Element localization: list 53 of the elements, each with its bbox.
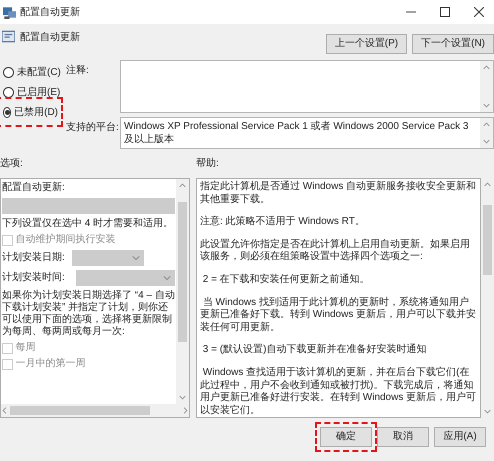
help-paragraph: 注意: 此策略不适用于 Windows RT。 — [200, 216, 366, 229]
option-text: 配置自动更新: — [2, 182, 66, 194]
dialog-button[interactable]: 取消 — [377, 427, 429, 447]
vertical-scrollbar[interactable] — [176, 179, 189, 404]
radio-option[interactable]: 未配置(C) — [0, 62, 66, 82]
help-paragraph: 当 Windows 找到适用于此计算机的更新时，系统将通知用户更新已准备好下载。转到 Windows 更新后，用户可以下载并安装任何可用更新。 — [200, 296, 477, 334]
radio-button[interactable] — [3, 86, 14, 98]
platform-text: Windows XP Professional Service Pack 1 或者 Windows 2000 Service Pack 3 及以上版本 — [124, 120, 470, 146]
scroll-down-icon[interactable] — [179, 394, 186, 401]
scroll-up-icon[interactable] — [484, 181, 491, 188]
option-text: 如果你为计划安装日期选择了 “4 – 自动下载计划安装” 并指定了计划，则你还可以使用下面的选项，选择将更新限制为每周、每两周或每月一次: — [2, 290, 175, 338]
help-paragraph: 指定此计算机是否通过 Windows 自动更新服务接收安全更新和其他重要下载。 — [200, 181, 477, 206]
scroll-up-icon[interactable] — [179, 182, 186, 189]
dialog-heading: 配置自动更新 — [20, 30, 80, 45]
scroll-down-icon[interactable] — [484, 408, 491, 415]
scroll-thumb[interactable] — [178, 202, 187, 342]
window-title: 配置自动更新 — [20, 6, 80, 20]
chevron-down-icon — [132, 254, 140, 262]
radio-option[interactable]: 已启用(E) — [0, 82, 66, 102]
section-label: 选项: — [0, 156, 24, 171]
nav-button[interactable]: 上一个设置(P) — [326, 34, 408, 54]
scroll-left-icon[interactable] — [1, 407, 8, 414]
field-label: 计划安装日期: — [2, 252, 66, 264]
horizontal-scrollbar[interactable] — [1, 404, 189, 417]
scroll-down-icon[interactable] — [483, 138, 490, 145]
scroll-up-icon[interactable] — [483, 121, 490, 128]
field-label: 注释: — [66, 64, 90, 78]
help-paragraph: 2 = 在下载和安装任何更新之前通知。 — [202, 274, 371, 287]
chevron-down-icon — [163, 274, 171, 282]
maximize-icon[interactable] — [440, 7, 450, 17]
scroll-thumb[interactable] — [10, 406, 150, 415]
radio-button[interactable] — [3, 106, 12, 118]
help-paragraph: Windows 查找适用于该计算机的更新，并在后台下载它们(在此过程中，用户不会收到通知或被打扰)。下载完成后，将通知用户更新已准备好进行安装。在转到 Windows 更新后，用户可以安装它们。 — [200, 366, 477, 417]
app-icon — [3, 6, 16, 18]
nav-button[interactable]: 下一个设置(N) — [412, 34, 494, 54]
scroll-down-icon[interactable] — [483, 102, 490, 109]
close-icon[interactable] — [474, 7, 484, 17]
radio-option[interactable]: 已禁用(D) — [0, 102, 58, 122]
policy-icon — [2, 30, 15, 43]
radio-button[interactable] — [3, 66, 14, 78]
vertical-scrollbar[interactable] — [480, 61, 493, 112]
section-label: 帮助: — [196, 156, 219, 171]
help-paragraph: 3 = (默认设置)自动下载更新并在准备好安装时通知 — [202, 344, 428, 357]
help-paragraph: 此设置允许你指定是否在此计算机上启用自动更新。如果启用该服务，则必须在组策略设置中选择四个选项之一: — [200, 238, 471, 264]
field-label: 计划安装时间: — [2, 272, 66, 284]
option-text: 下列设置仅在选中 4 时才需要和适用。 — [2, 218, 174, 230]
scroll-right-icon[interactable] — [182, 407, 189, 414]
vertical-scrollbar[interactable] — [480, 118, 493, 148]
scroll-up-icon[interactable] — [483, 64, 490, 71]
field-label: 支持的平台: — [66, 120, 120, 135]
comment-field[interactable] — [120, 60, 494, 113]
dialog-button[interactable]: 应用(A) — [434, 427, 486, 447]
scroll-thumb[interactable] — [483, 205, 492, 275]
